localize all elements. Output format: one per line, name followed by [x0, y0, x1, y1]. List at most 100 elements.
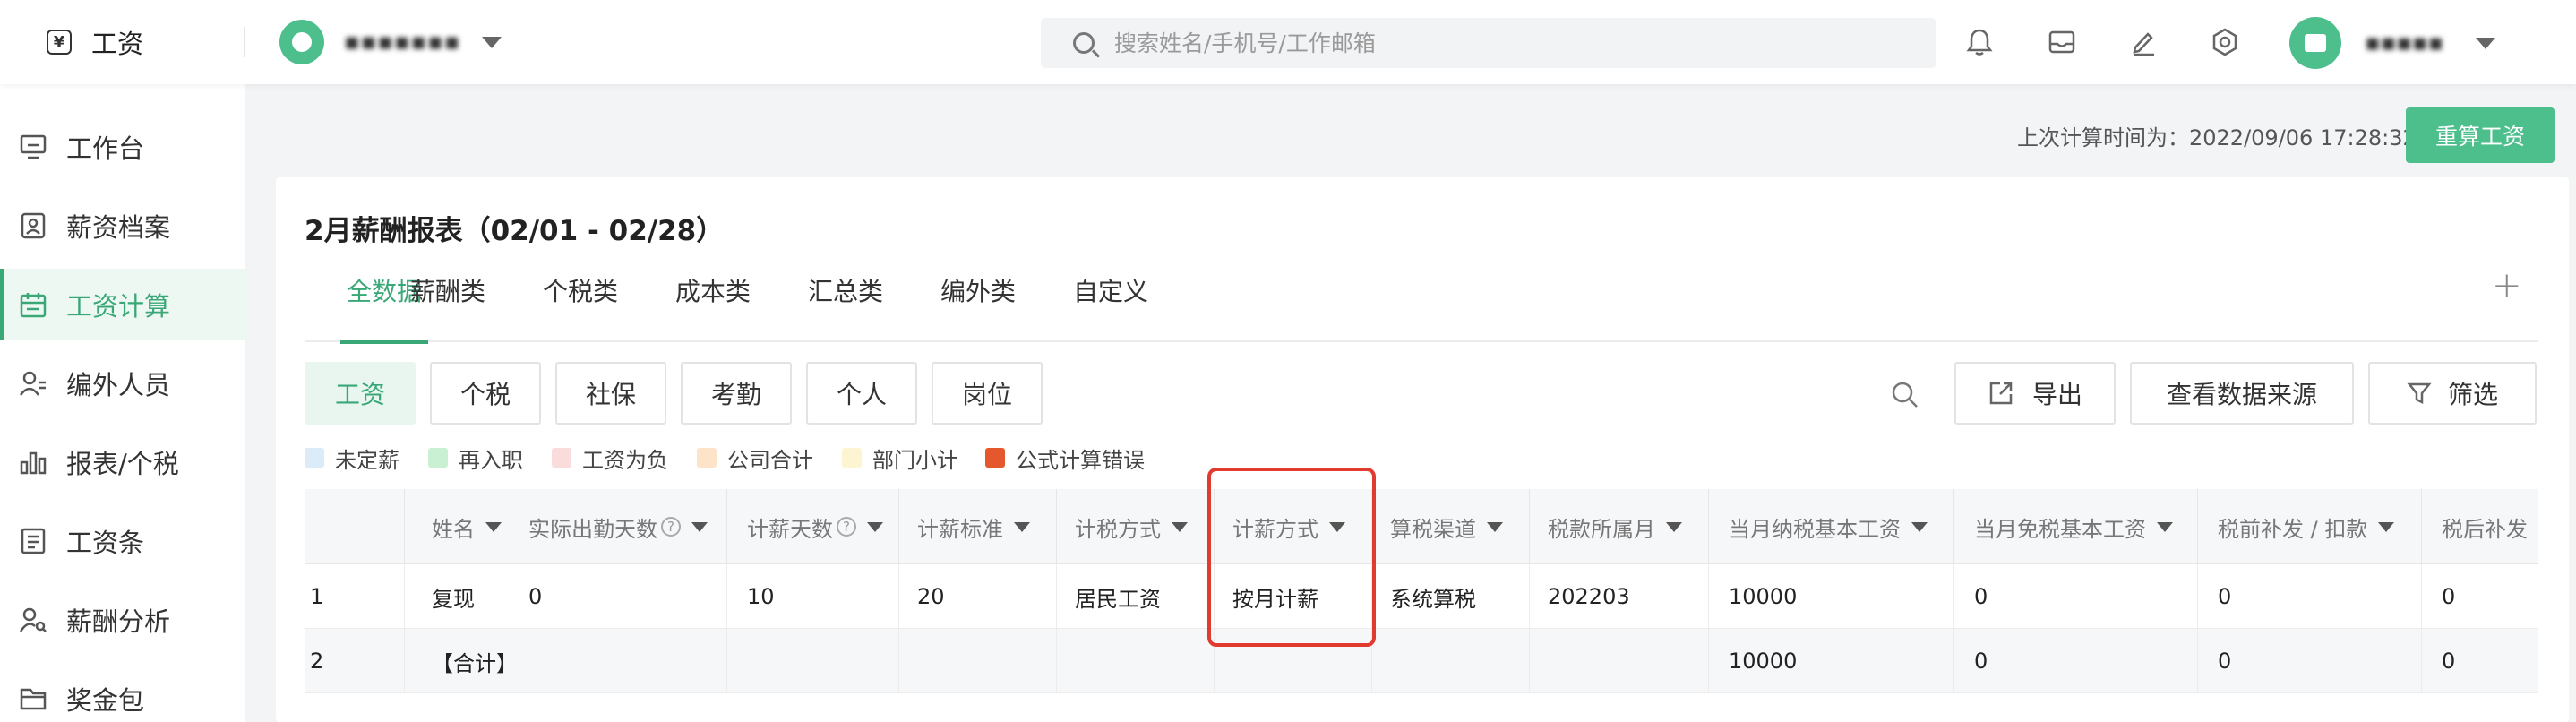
report-card: 2月薪酬报表（02/01 - 02/28） 全数据 薪酬类 个税类 成本类 汇总… — [276, 177, 2569, 722]
column-header-pretax-adjust[interactable]: 税前补发 / 扣款 — [2198, 489, 2422, 564]
table-header: 姓名 实际出勤天数? 计薪天数? 计薪标准 计税方式 计薪方式 算税渠道 税款所… — [305, 489, 2538, 564]
chevron-down-icon — [2476, 37, 2495, 49]
table-cell: 0 — [2198, 564, 2422, 629]
help-icon: ? — [661, 517, 681, 537]
list-icon — [18, 526, 48, 556]
table-row-total[interactable]: 2 【合计】 10000 0 0 0 — [305, 629, 2538, 693]
sidebar-item-workbench[interactable]: 工作台 — [0, 111, 245, 183]
chip-social-security[interactable]: 社保 — [555, 362, 666, 425]
sidebar-item-label: 编外人员 — [66, 370, 171, 400]
help-icon: ? — [837, 517, 856, 537]
sidebar-item-salary-calc[interactable]: 工资计算 — [0, 269, 245, 340]
legend-swatch — [697, 448, 717, 468]
add-tab-icon[interactable]: + — [2492, 265, 2522, 306]
tab-custom[interactable]: 自定义 — [1073, 272, 1148, 342]
sidebar-item-bonus-pool[interactable]: 奖金包 — [0, 663, 245, 722]
column-header-tax-free-base[interactable]: 当月免税基本工资 — [1954, 489, 2198, 564]
legend-company-total: 公司合计 — [697, 443, 813, 473]
sort-caret-icon — [691, 521, 708, 532]
sort-caret-icon — [2378, 521, 2395, 532]
sort-caret-icon — [1911, 521, 1928, 532]
column-header-pay-standard[interactable]: 计薪标准 — [899, 489, 1057, 564]
column-header-actual-attendance[interactable]: 实际出勤天数? — [519, 489, 727, 564]
sidebar-item-label: 薪资档案 — [66, 212, 171, 243]
recalculate-button[interactable]: 重算工资 — [2406, 107, 2555, 163]
profile-icon — [18, 211, 48, 241]
salary-table: 姓名 实际出勤天数? 计薪天数? 计薪标准 计税方式 计薪方式 算税渠道 税款所… — [305, 489, 2538, 693]
app-brand[interactable]: ¥ 工资 — [47, 23, 143, 61]
table-cell: 0 — [1954, 629, 2198, 693]
column-header-pay-days[interactable]: 计薪天数? — [727, 489, 899, 564]
table-cell: 系统算税 — [1372, 564, 1530, 629]
table-cell — [519, 629, 727, 693]
legend-swatch — [305, 448, 324, 468]
sidebar-item-payslip[interactable]: 工资条 — [0, 505, 245, 577]
column-header-posttax-adjust[interactable]: 税后补发 — [2422, 489, 2538, 564]
table-cell — [1530, 629, 1709, 693]
table-cell: 0 — [519, 564, 727, 629]
table-cell: 2 — [305, 629, 405, 693]
sidebar-item-label: 奖金包 — [66, 685, 145, 716]
sidebar-item-salary-profile[interactable]: 薪资档案 — [0, 190, 245, 262]
sort-caret-icon — [1666, 521, 1682, 532]
user-menu[interactable]: ▪▪▪▪▪ — [2289, 16, 2495, 70]
top-bar: ¥ 工资 ▪▪▪▪▪▪▪ ▪▪▪▪▪ — [0, 0, 2576, 84]
sidebar-item-label: 薪酬分析 — [66, 606, 171, 637]
chip-attendance[interactable]: 考勤 — [681, 362, 792, 425]
chip-personal[interactable]: 个人 — [806, 362, 917, 425]
sidebar: 工作台 薪资档案 工资计算 编外人员 报表/个税 工资条 薪酬分析 奖金包 — [0, 84, 245, 722]
page-title: 2月薪酬报表（02/01 - 02/28） — [305, 215, 725, 247]
column-header-tax-month[interactable]: 税款所属月 — [1530, 489, 1709, 564]
sidebar-item-salary-analysis[interactable]: 薪酬分析 — [0, 584, 245, 656]
app-title: 工资 — [91, 29, 144, 59]
chip-salary[interactable]: 工资 — [305, 362, 416, 425]
search-box[interactable] — [1041, 18, 1936, 68]
org-switcher[interactable]: ▪▪▪▪▪▪▪ — [279, 18, 502, 66]
tab-summary[interactable]: 汇总类 — [808, 272, 883, 342]
legend-unset-salary: 未定薪 — [305, 443, 399, 473]
edit-icon[interactable] — [2126, 25, 2160, 59]
filter-label: 筛选 — [2447, 380, 2498, 409]
tab-cost[interactable]: 成本类 — [675, 272, 751, 342]
legend-negative-salary: 工资为负 — [552, 443, 668, 473]
chip-position[interactable]: 岗位 — [932, 362, 1043, 425]
sidebar-item-external-staff[interactable]: 编外人员 — [0, 348, 245, 419]
table-search-icon[interactable] — [1890, 380, 1920, 410]
column-header-name[interactable]: 姓名 — [405, 489, 519, 564]
column-header-tax-channel[interactable]: 算税渠道 — [1372, 489, 1530, 564]
filter-button[interactable]: 筛选 — [2368, 362, 2537, 425]
tab-external[interactable]: 编外类 — [940, 272, 1016, 342]
table-cell: 10 — [727, 564, 899, 629]
bell-icon[interactable] — [1962, 25, 1996, 59]
export-button[interactable]: 导出 — [1954, 362, 2116, 425]
inbox-icon[interactable] — [2045, 25, 2079, 59]
tab-salary[interactable]: 薪酬类 — [410, 272, 485, 342]
table-cell: 0 — [1954, 564, 2198, 629]
table-row[interactable]: 1 复现 0 10 20 居民工资 按月计薪 系统算税 202203 10000… — [305, 564, 2538, 629]
export-label: 导出 — [2031, 380, 2082, 409]
table-cell: 202203 — [1530, 564, 1709, 629]
tab-tax[interactable]: 个税类 — [543, 272, 618, 342]
search-icon — [1073, 32, 1095, 54]
gear-icon[interactable] — [2208, 25, 2242, 59]
sidebar-item-label: 工资条 — [66, 528, 145, 558]
legend-swatch — [552, 448, 571, 468]
sidebar-item-reports-tax[interactable]: 报表/个税 — [0, 426, 245, 498]
legend-rehired: 再入职 — [428, 443, 523, 473]
avatar — [2289, 17, 2341, 69]
view-data-source-button[interactable]: 查看数据来源 — [2130, 362, 2354, 425]
column-header-tax-method[interactable]: 计税方式 — [1057, 489, 1215, 564]
org-name: ▪▪▪▪▪▪▪ — [344, 29, 461, 56]
report-tabs: 全数据 薪酬类 个税类 成本类 汇总类 编外类 自定义 — [305, 253, 2538, 344]
search-input[interactable] — [1114, 30, 1885, 56]
table-cell — [727, 629, 899, 693]
folder-icon — [18, 683, 48, 714]
column-header-taxable-base[interactable]: 当月纳税基本工资 — [1709, 489, 1954, 564]
sidebar-item-label: 工资计算 — [66, 291, 171, 322]
legend-swatch — [842, 448, 862, 468]
table-cell: 10000 — [1709, 564, 1954, 629]
divider — [244, 27, 245, 57]
sort-caret-icon — [485, 521, 502, 532]
chip-tax[interactable]: 个税 — [430, 362, 541, 425]
yen-icon: ¥ — [47, 30, 72, 55]
